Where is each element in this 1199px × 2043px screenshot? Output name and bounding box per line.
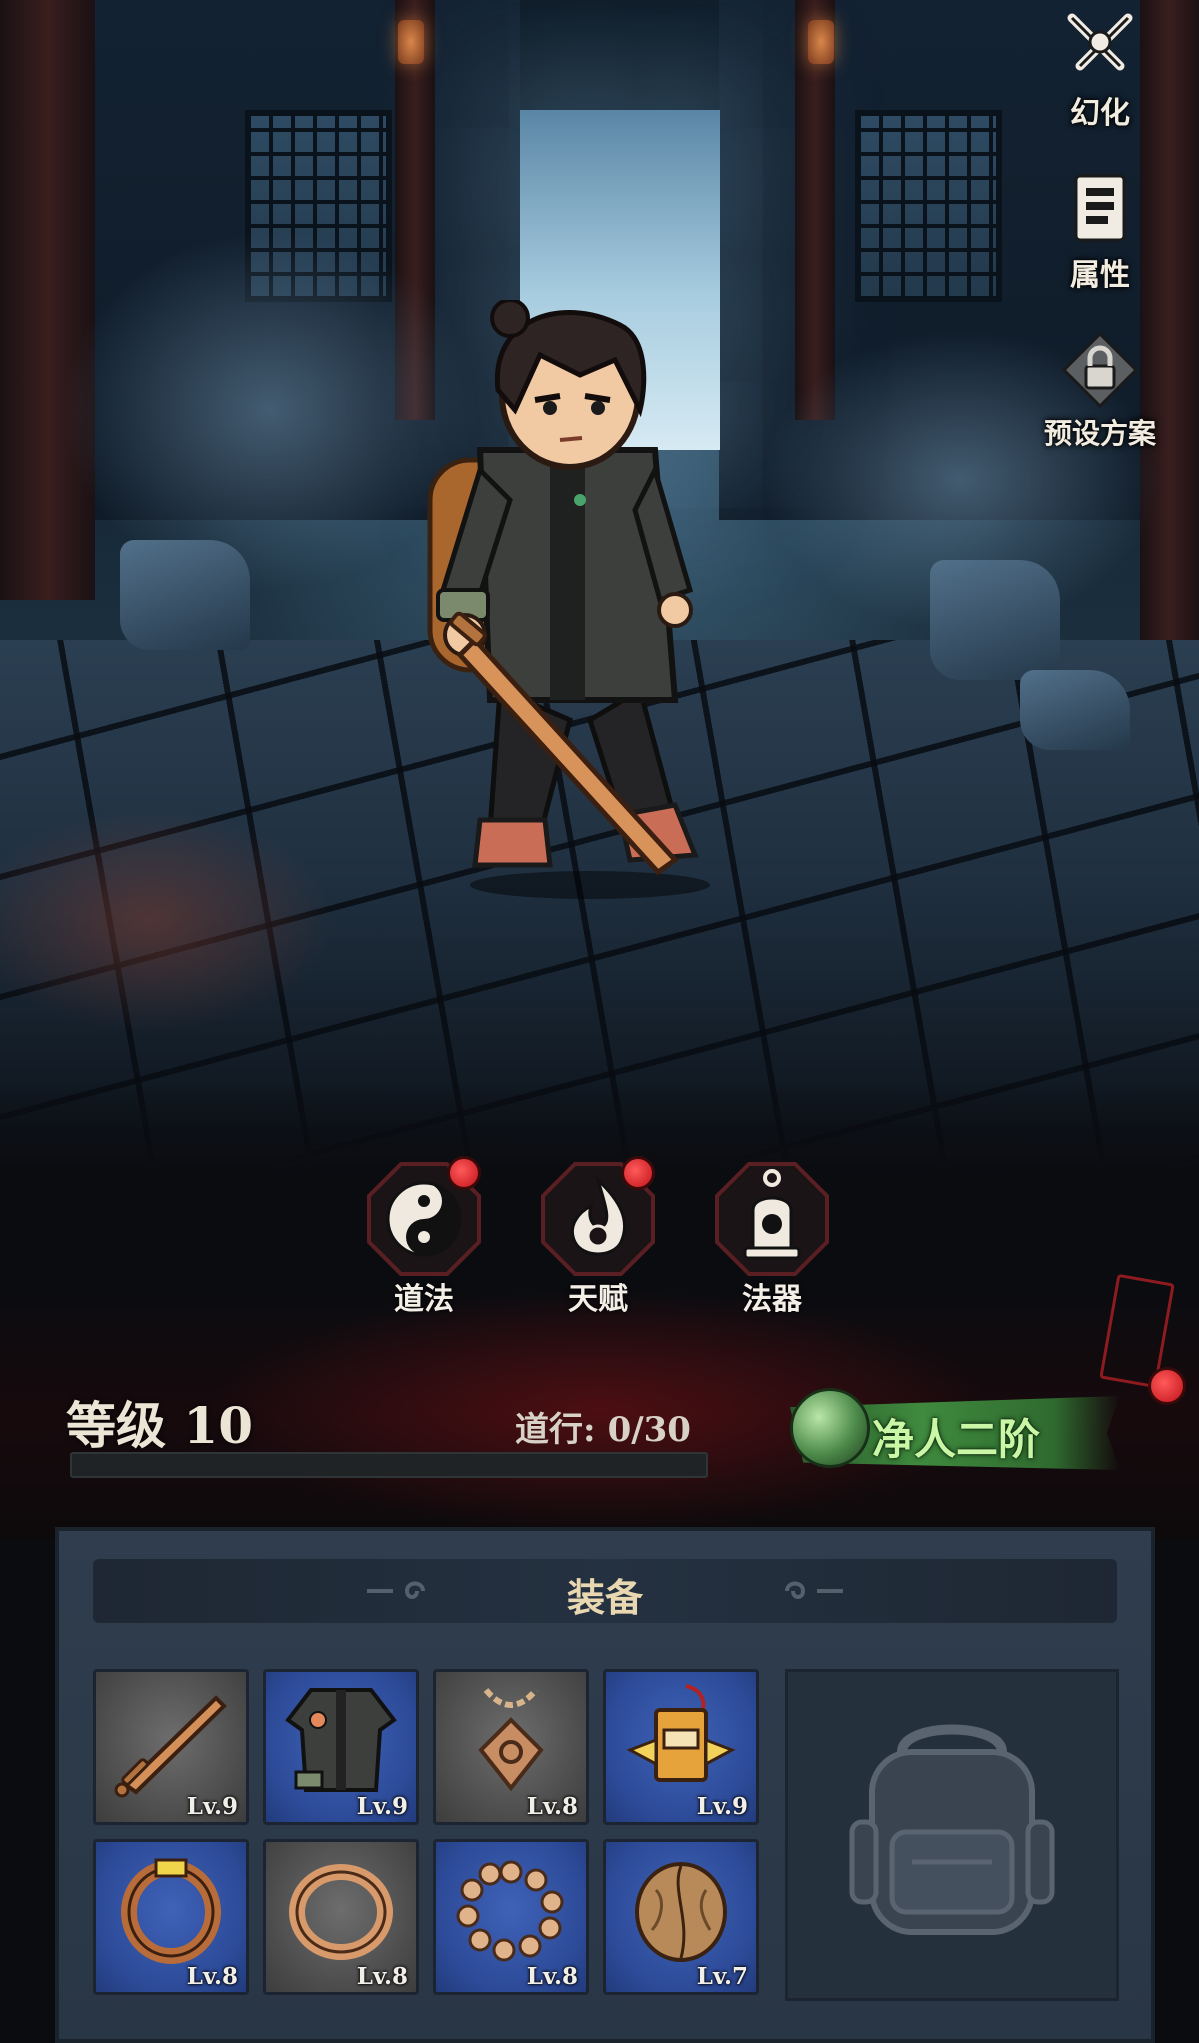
side-menu-label: 属性	[1070, 258, 1130, 293]
dao-progress-label: 道行: 0/30	[515, 1402, 691, 1451]
side-menu-label: 幻化	[1070, 96, 1130, 131]
fog-left	[60, 230, 480, 590]
equipment-level: Lv.9	[186, 1793, 238, 1820]
rock	[930, 560, 1060, 680]
backpack-icon	[849, 1724, 1055, 1935]
inventory-bag-button[interactable]	[785, 1669, 1119, 2001]
side-menu-shuxing[interactable]: 属性	[1035, 168, 1165, 294]
level-progress-bar	[70, 1452, 708, 1478]
jacket-icon	[285, 1688, 397, 1792]
sword-icon	[114, 1695, 227, 1798]
equipment-level: Lv.8	[526, 1963, 578, 1990]
dao-progress-title: 道行:	[515, 1410, 596, 1450]
equipment-title: 装备	[566, 1575, 643, 1620]
walnut-icon	[635, 1862, 727, 1962]
equipment-level: Lv.8	[356, 1963, 408, 1990]
spirit-flame-icon	[539, 1156, 657, 1278]
skill-label: 道法	[394, 1282, 454, 1317]
realm-label[interactable]: 净人二阶	[872, 1406, 1040, 1467]
temple-scene	[0, 0, 1199, 1180]
equipment-slot-talisman[interactable]: Lv.9	[603, 1669, 759, 1825]
equipment-level: Lv.9	[696, 1793, 748, 1820]
equipment-slot-armor[interactable]: Lv.9	[263, 1669, 419, 1825]
ring-icon	[289, 1864, 393, 1960]
equipment-header: 装备	[93, 1559, 1117, 1623]
skill-faqi-button[interactable]: 法器	[702, 1160, 842, 1318]
crossed-swords-icon	[1060, 6, 1140, 86]
equipment-slot-amulet[interactable]: Lv.8	[433, 1669, 589, 1825]
skill-daofa-button[interactable]: 道法	[354, 1156, 494, 1318]
skill-label: 法器	[742, 1282, 802, 1317]
bell-icon	[713, 1160, 831, 1278]
hero-character[interactable]	[420, 298, 760, 900]
equipment-level: Lv.8	[526, 1793, 578, 1820]
equipment-slot-weapon[interactable]: Lv.9	[93, 1669, 249, 1825]
skill-label: 天赋	[568, 1282, 628, 1317]
level-label: 等级 10	[66, 1396, 253, 1455]
side-menu-yushe[interactable]: 预设方案	[1035, 330, 1165, 452]
ring-band-icon	[121, 1858, 221, 1964]
cloud-swirl-icon	[785, 1581, 843, 1599]
rock	[120, 540, 250, 650]
lantern-right	[808, 20, 834, 64]
notification-dot	[447, 1156, 481, 1190]
skill-tianfu-button[interactable]: 天赋	[528, 1156, 668, 1318]
realm-orb-icon	[790, 1388, 870, 1468]
equipment-panel: 装备 Lv.9 Lv.9 Lv.8 Lv.9 Lv.8 Lv.8 Lv.8 Lv…	[55, 1527, 1155, 2043]
equipment-slot-beads[interactable]: Lv.8	[433, 1839, 589, 1995]
amulet-icon	[478, 1688, 544, 1792]
yin-yang-icon	[365, 1156, 483, 1278]
lattice-window-right	[855, 110, 1002, 302]
equipment-level: Lv.8	[186, 1963, 238, 1990]
prayer-beads-icon	[456, 1860, 564, 1962]
equipment-slot-ring-2[interactable]: Lv.8	[263, 1839, 419, 1995]
notification-dot	[621, 1156, 655, 1190]
preset-lock-icon	[1060, 330, 1140, 410]
equipment-level: Lv.9	[356, 1793, 408, 1820]
dao-progress-value: 0/30	[607, 1410, 691, 1450]
pillar-left	[0, 0, 95, 600]
side-menu-huanhua[interactable]: 幻化	[1035, 6, 1165, 132]
equipment-slot-walnut[interactable]: Lv.7	[603, 1839, 759, 1995]
side-menu-label: 预设方案	[1043, 417, 1156, 450]
rock	[1020, 670, 1130, 750]
equipment-level: Lv.7	[696, 1963, 748, 1990]
talisman-icon	[626, 1684, 736, 1782]
lantern-left	[398, 20, 424, 64]
scroll-stats-icon	[1060, 168, 1140, 248]
notification-dot	[1148, 1367, 1186, 1405]
equipment-slot-ring-1[interactable]: Lv.8	[93, 1839, 249, 1995]
